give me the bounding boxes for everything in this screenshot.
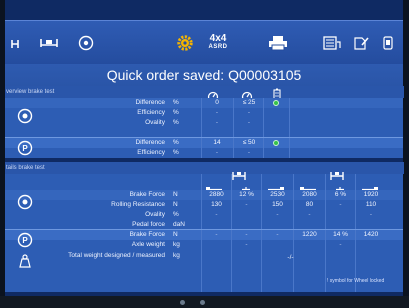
- indicator-light: [180, 300, 185, 305]
- overview-row-unit: %: [173, 119, 179, 126]
- detail-cell: -: [369, 211, 373, 218]
- detail-cell: -: [245, 201, 248, 208]
- overview-row-label: Difference: [135, 139, 165, 146]
- row-divider: [5, 137, 403, 138]
- gear-icon[interactable]: [173, 21, 197, 65]
- overview-cell: 0: [215, 99, 219, 106]
- overview-row-unit: %: [173, 139, 179, 146]
- column-divider: [233, 98, 234, 158]
- detail-cell: -: [276, 211, 279, 218]
- parking-brake-icon: P: [17, 140, 33, 161]
- detail-cell: -: [245, 231, 248, 238]
- detail-row-label: Brake Force: [129, 231, 165, 238]
- detail-row-unit: daN: [173, 221, 185, 228]
- detail-row-unit: kg: [173, 252, 180, 259]
- column-divider: [289, 98, 290, 158]
- overview-cell: -: [215, 149, 219, 156]
- toolbar: 4x4 ASRD: [5, 20, 403, 66]
- detail-cell: -: [245, 241, 248, 248]
- detail-row-unit: kg: [173, 241, 180, 248]
- overview-row-label: Ovality: [145, 119, 165, 126]
- detail-cell: -: [276, 231, 279, 238]
- detail-cell: 2530: [270, 191, 285, 198]
- printer-icon[interactable]: [265, 21, 291, 65]
- svg-text:P: P: [22, 144, 28, 153]
- detail-cell: 80: [305, 201, 314, 208]
- weight-icon: [18, 254, 32, 273]
- detail-cell: 14 %: [333, 231, 348, 238]
- detail-cell: 150: [272, 201, 283, 208]
- logo-4x4-label: 4x4: [209, 33, 227, 44]
- detail-cell: 2880: [209, 191, 224, 198]
- detail-cell: 2080: [302, 191, 317, 198]
- phone-icon[interactable]: [379, 21, 397, 65]
- vehicle-axle-icon[interactable]: [37, 21, 61, 65]
- detail-row-label: Rolling Resistance: [111, 201, 165, 208]
- status-ok-icon: [273, 140, 279, 146]
- parking-brake-icon: P: [17, 232, 33, 253]
- detail-row-unit: N: [173, 201, 178, 208]
- 4x4-asrd-logo[interactable]: 4x4 ASRD: [203, 21, 233, 65]
- overview-row-unit: %: [173, 149, 179, 156]
- overview-row-label: Difference: [135, 99, 165, 106]
- indicator-light: [200, 300, 205, 305]
- detail-row-unit: %: [173, 211, 179, 218]
- wheel-locked-footnote: ! symbol for Wheel locked: [327, 278, 385, 284]
- detail-row-label: Ovality: [145, 211, 165, 218]
- page-title: Quick order saved: Q00003105: [5, 64, 403, 86]
- detail-cell: 110: [365, 201, 377, 208]
- detail-row-unit: N: [173, 231, 178, 238]
- overview-row-unit: %: [173, 99, 179, 106]
- logo-asrd-label: ASRD: [208, 44, 228, 50]
- detail-cell: -: [308, 211, 311, 218]
- overview-cell: -: [215, 109, 219, 116]
- detail-cell: 130: [211, 201, 222, 208]
- overview-row-unit: %: [173, 109, 179, 116]
- detail-row-label: Brake Force: [129, 191, 165, 198]
- overview-cell: -: [215, 119, 219, 126]
- detail-row-label: Pedal force: [132, 221, 165, 228]
- brake-disc-icon[interactable]: [75, 21, 97, 65]
- overview-row-label: Efficiency: [137, 149, 165, 156]
- service-brake-icon: [17, 194, 33, 215]
- overview-cell: ≤ 50: [242, 139, 256, 146]
- list-icon[interactable]: [321, 21, 343, 65]
- detail-row-unit: N: [173, 191, 178, 198]
- detail-row-label: Axle weight: [131, 241, 165, 248]
- detail-cell: 6 %: [334, 191, 347, 198]
- overview-cell: -: [247, 119, 251, 126]
- status-ok-icon: [273, 100, 279, 106]
- detail-cell: 1420: [363, 231, 379, 238]
- detail-cell: 1220: [302, 231, 317, 238]
- overview-row-label: Efficiency: [137, 109, 165, 116]
- detail-cell: -: [215, 231, 218, 238]
- overview-cell: ≤ 25: [242, 99, 256, 106]
- overview-cell: -: [247, 149, 251, 156]
- detail-cell: 12 %: [239, 191, 254, 198]
- detail-cell: -/-: [287, 254, 294, 261]
- column-divider: [263, 98, 264, 158]
- column-divider: [201, 98, 202, 158]
- overview-cell: -: [247, 109, 251, 116]
- overview-cell: 14: [213, 139, 221, 146]
- service-brake-icon: [17, 108, 33, 129]
- lift-icon[interactable]: [7, 21, 27, 65]
- screen-bezel-bottom: [0, 296, 409, 308]
- document-edit-icon[interactable]: [351, 21, 371, 65]
- details-panel: P Brake Force N 2880 12 % 2530 2080 6 % …: [5, 172, 403, 292]
- screen-bezel-right: [403, 0, 409, 308]
- row-divider: [5, 229, 403, 230]
- detail-cell: 1920: [363, 191, 379, 198]
- svg-text:P: P: [22, 236, 28, 245]
- detail-cell: -: [215, 211, 218, 218]
- overview-heading: verview brake test: [5, 86, 404, 98]
- detail-cell: -: [339, 241, 342, 248]
- overview-panel: P Difference % 0 ≤ 25 Efficiency % - - O…: [5, 88, 403, 161]
- detail-cell: -: [339, 201, 342, 208]
- detail-row-label: Total weight designed / measured: [68, 252, 165, 259]
